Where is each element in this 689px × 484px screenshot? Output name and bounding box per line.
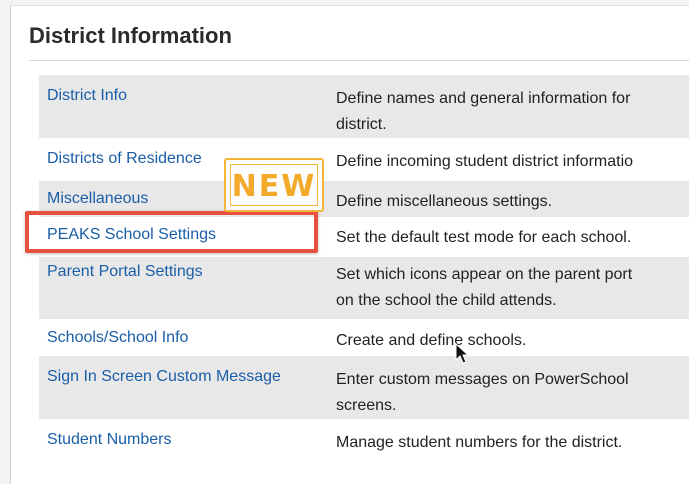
- row-description: Enter custom messages on PowerSchool scr…: [336, 367, 689, 419]
- table-row: Districts of Residence Define incoming s…: [39, 138, 689, 181]
- table-row: Student Numbers Manage student numbers f…: [39, 419, 689, 463]
- mouse-pointer-icon: [455, 343, 469, 364]
- row-description: Define incoming student district informa…: [336, 153, 634, 170]
- description-line: Set which icons appear on the parent por…: [336, 266, 633, 283]
- row-description: Set the default test mode for each schoo…: [336, 229, 632, 246]
- link-student-numbers[interactable]: Student Numbers: [47, 431, 172, 449]
- row-description: Create and define schools.: [336, 332, 527, 349]
- link-parent-portal-settings[interactable]: Parent Portal Settings: [47, 263, 203, 281]
- highlight-box: [25, 211, 318, 253]
- table-row: Sign In Screen Custom Message Enter cust…: [39, 356, 689, 419]
- new-badge: NEW: [224, 158, 324, 212]
- link-district-info[interactable]: District Info: [47, 87, 127, 105]
- row-description: Define miscellaneous settings.: [336, 193, 553, 210]
- row-description: Manage student numbers for the district.: [336, 434, 623, 451]
- link-districts-of-residence[interactable]: Districts of Residence: [47, 150, 202, 168]
- description-line: on the school the child attends.: [336, 292, 557, 309]
- row-description: Define names and general information for…: [336, 86, 689, 138]
- table-row: Parent Portal Settings Set which icons a…: [39, 257, 689, 319]
- link-miscellaneous[interactable]: Miscellaneous: [47, 190, 148, 208]
- table-row: Schools/School Info Create and define sc…: [39, 319, 689, 356]
- new-badge-label: NEW: [230, 164, 318, 206]
- link-schools-school-info[interactable]: Schools/School Info: [47, 329, 188, 347]
- title-divider: [29, 60, 689, 61]
- description-line: screens.: [336, 397, 397, 414]
- table-row: District Info Define names and general i…: [39, 75, 689, 138]
- row-description: Set which icons appear on the parent por…: [336, 262, 689, 314]
- description-line: Enter custom messages on PowerSchool: [336, 371, 629, 388]
- description-line: Define names and general information for: [336, 90, 631, 107]
- page-title: District Information: [29, 23, 232, 48]
- link-sign-in-screen-custom-message[interactable]: Sign In Screen Custom Message: [47, 368, 281, 386]
- description-line: district.: [336, 116, 387, 133]
